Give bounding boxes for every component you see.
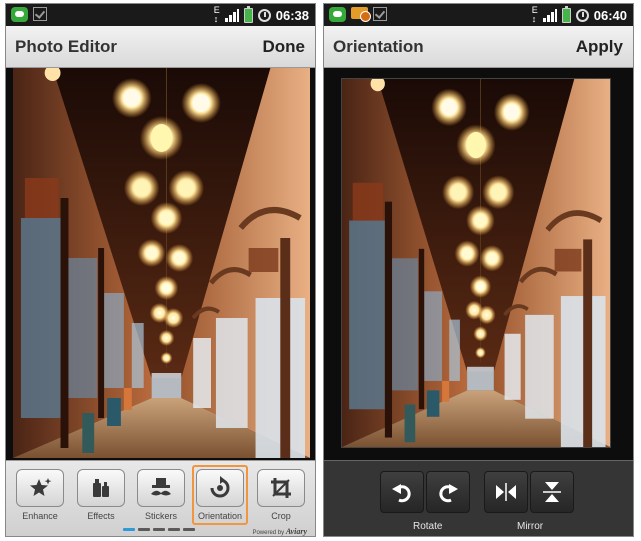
page-indicator: [123, 528, 195, 531]
tool-label: Crop: [271, 511, 291, 521]
tool-label: Orientation: [197, 511, 243, 521]
mirror-horizontal-button[interactable]: [484, 471, 528, 513]
done-button[interactable]: Done: [263, 37, 306, 57]
battery-icon: [561, 5, 571, 23]
page-dot[interactable]: [138, 528, 150, 531]
effects-button[interactable]: [77, 469, 125, 507]
chat-notification-icon: [11, 7, 28, 22]
crop-button[interactable]: [257, 469, 305, 507]
tool-stickers[interactable]: Stickers: [136, 469, 186, 521]
battery-icon: [243, 5, 253, 23]
mail-notification-icon: [351, 7, 371, 22]
page-dot[interactable]: [168, 528, 180, 531]
status-bar: E ↕ 06:38: [6, 4, 315, 26]
mustache-hat-icon: [151, 478, 171, 496]
flip-vertical-icon: [543, 482, 561, 502]
corridor-photo: [13, 68, 310, 458]
orientation-screen: E ↕ 06:40 Orientation Apply Rotate Mirro…: [323, 3, 634, 537]
orientation-toolbar: Rotate Mirror: [324, 460, 633, 536]
corridor-photo: [341, 78, 611, 448]
apply-button[interactable]: Apply: [576, 37, 623, 57]
edge-network-icon: E ↕: [531, 5, 538, 24]
tool-crop[interactable]: Crop: [256, 469, 306, 521]
signal-icon: [224, 8, 239, 22]
tool-orientation[interactable]: Orientation: [192, 465, 248, 525]
stickers-button[interactable]: [137, 469, 185, 507]
tool-label: Enhance: [22, 511, 58, 521]
tool-effects[interactable]: Effects: [76, 469, 126, 521]
tool-label: Effects: [87, 511, 115, 521]
photo-canvas: [324, 68, 633, 460]
enhance-button[interactable]: [16, 469, 64, 507]
mirror-group: [484, 471, 574, 513]
checkbox-notification-icon: [373, 7, 387, 21]
alarm-icon: [575, 8, 589, 22]
orientation-button[interactable]: [196, 469, 244, 507]
tool-label: Stickers: [144, 511, 177, 521]
aviary-brand: Aviary: [285, 527, 307, 536]
mirror-label: Mirror: [517, 521, 544, 532]
page-title: Orientation: [333, 37, 424, 56]
status-time: 06:38: [275, 7, 309, 23]
page-dot[interactable]: [123, 528, 135, 531]
edge-network-icon: E ↕: [213, 5, 220, 24]
chat-notification-icon: [329, 7, 346, 22]
signal-icon: [542, 8, 557, 22]
crop-icon: [271, 478, 291, 498]
photo-canvas: [6, 68, 315, 460]
status-bar: E ↕ 06:40: [324, 4, 633, 26]
photo-editor-screen: E ↕ 06:38 Photo Editor Done Enhance Effe…: [5, 3, 316, 537]
alarm-icon: [257, 8, 271, 22]
rotate-left-icon: [392, 484, 411, 503]
rotate-left-button[interactable]: [380, 471, 424, 513]
title-bar: Orientation Apply: [324, 26, 633, 68]
tools-toolbar: Enhance Effects Stickers Orientation Cro…: [6, 460, 315, 536]
effects-bottles-icon: [93, 479, 109, 497]
checkbox-notification-icon: [33, 7, 47, 21]
page-dot[interactable]: [183, 528, 195, 531]
tool-enhance[interactable]: Enhance: [15, 469, 65, 521]
status-time: 06:40: [593, 7, 627, 23]
mirror-vertical-button[interactable]: [530, 471, 574, 513]
rotate-label: Rotate: [413, 521, 443, 532]
page-dot[interactable]: [153, 528, 165, 531]
powered-by-aviary: Powered by Aviary: [252, 527, 307, 536]
rotate-right-icon: [439, 484, 458, 503]
powered-by-prefix: Powered by: [252, 530, 285, 536]
title-bar: Photo Editor Done: [6, 26, 315, 68]
rotate-right-button[interactable]: [426, 471, 470, 513]
rotate-group: [380, 471, 470, 513]
sparkle-star-icon: [30, 478, 52, 496]
rotate-icon: [210, 476, 230, 498]
page-title: Photo Editor: [15, 37, 117, 56]
flip-horizontal-icon: [496, 483, 516, 501]
